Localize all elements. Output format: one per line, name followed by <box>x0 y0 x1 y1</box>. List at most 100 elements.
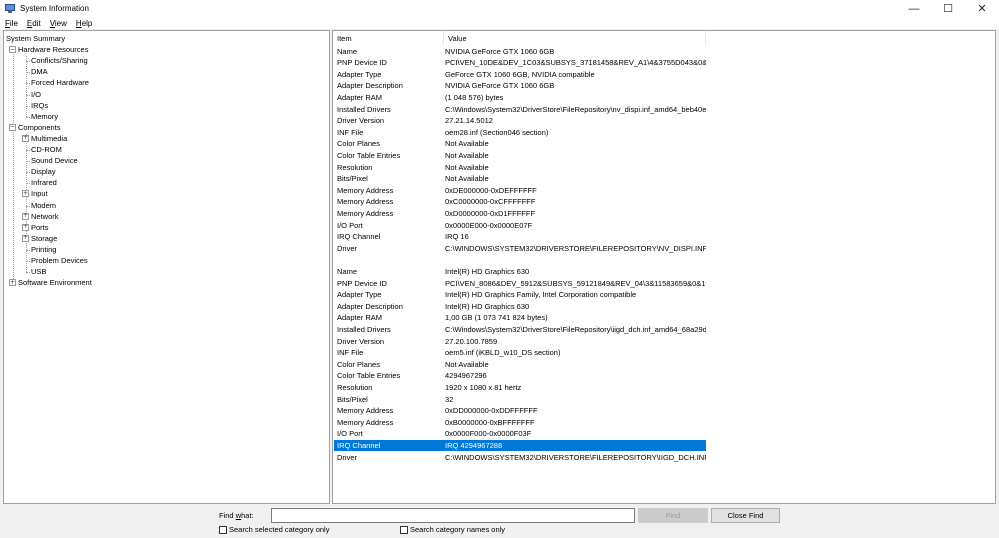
item-cell: Memory Address <box>337 185 394 195</box>
tree-item-conflicts-sharing[interactable]: Conflicts/Sharing <box>31 55 88 66</box>
list-row[interactable]: Bits/Pixel Not Available <box>334 173 706 184</box>
search-names-checkbox[interactable] <box>400 525 408 534</box>
list-row[interactable]: PNP Device ID PCI\VEN_10DE&DEV_1C03&SUBSY… <box>334 57 706 68</box>
list-row[interactable]: Adapter Type GeForce GTX 1060 6GB, NVIDIA… <box>334 69 706 80</box>
close-find-button[interactable]: Close Find <box>711 508 780 523</box>
list-row[interactable]: IRQ Channel IRQ 4294967288 <box>334 439 706 451</box>
value-cell: Not Available <box>445 162 489 172</box>
tree-item-network[interactable]: + Network <box>22 211 59 222</box>
list-row[interactable]: Adapter RAM (1 048 576) bytes <box>334 92 706 103</box>
list-row[interactable]: Adapter Description Intel(R) HD Graphics … <box>334 301 706 312</box>
category-tree[interactable]: System Summary − Hardware Resources Conflic… <box>3 30 330 504</box>
menu-edit[interactable]: Edit <box>22 19 45 28</box>
tree-item-dma[interactable]: DMA <box>31 66 48 77</box>
list-row[interactable]: Color Planes Not Available <box>334 359 706 370</box>
tree-item-hardware-resources[interactable]: − Hardware Resources <box>9 44 88 55</box>
list-row[interactable]: Bits/Pixel 32 <box>334 394 706 405</box>
list-row[interactable]: INF File oem28.inf (Section046 section) <box>334 127 706 138</box>
minimize-button[interactable]: — <box>897 0 931 17</box>
list-row[interactable]: Name Intel(R) HD Graphics 630 <box>334 266 706 277</box>
list-row[interactable]: Driver Version 27.21.14.5012 <box>334 115 706 126</box>
tree-item-system-summary[interactable]: System Summary <box>6 33 65 44</box>
expand-icon[interactable]: + <box>22 212 29 220</box>
search-selected-category-option[interactable]: Search selected category only <box>219 525 329 534</box>
tree-item-sound-device[interactable]: Sound Device <box>31 155 78 166</box>
maximize-button[interactable]: ☐ <box>931 0 965 17</box>
value-cell: Intel(R) HD Graphics 630 <box>445 266 530 276</box>
tree-item-display[interactable]: Display <box>31 166 56 177</box>
search-selected-label: Search selected category only <box>229 525 330 534</box>
list-row[interactable]: Adapter RAM 1,00 GB (1 073 741 824 bytes) <box>334 312 706 323</box>
list-row[interactable]: IRQ Channel IRQ 16 <box>334 231 706 242</box>
find-button[interactable]: Find <box>638 508 708 523</box>
tree-connector <box>26 261 30 262</box>
list-row[interactable]: INF File oem5.inf (iKBLD_w10_DS section) <box>334 347 706 358</box>
expand-icon[interactable]: + <box>22 234 29 242</box>
tree-item-printing[interactable]: Printing <box>31 244 56 255</box>
list-row[interactable]: Name NVIDIA GeForce GTX 1060 6GB <box>334 46 706 57</box>
list-row[interactable]: Color Table Entries Not Available <box>334 150 706 161</box>
item-cell: Adapter Type <box>337 290 382 300</box>
expand-icon[interactable]: + <box>22 190 29 198</box>
expand-icon[interactable]: + <box>22 223 29 231</box>
tree-item-software-environment[interactable]: + Software Environment <box>9 277 92 288</box>
item-cell: Color Planes <box>337 139 380 149</box>
tree-item-label: Storage <box>31 233 58 243</box>
collapse-icon[interactable]: − <box>9 123 16 131</box>
tree-item-memory[interactable]: Memory <box>31 111 58 122</box>
tree-item-components[interactable]: − Components <box>9 122 61 133</box>
list-row[interactable]: Resolution 1920 x 1080 x 81 hertz <box>334 382 706 393</box>
collapse-icon[interactable]: − <box>9 46 16 54</box>
tree-item-label: Ports <box>31 222 49 232</box>
list-row[interactable] <box>334 254 706 265</box>
menu-help[interactable]: Help <box>71 19 96 28</box>
close-button[interactable]: ✕ <box>965 0 999 17</box>
list-row[interactable]: Memory Address 0xDE000000-0xDEFFFFFF <box>334 185 706 196</box>
tree-item-input[interactable]: + Input <box>22 188 48 199</box>
expand-icon[interactable]: + <box>9 279 16 287</box>
tree-item-forced-hardware[interactable]: Forced Hardware <box>31 77 89 88</box>
list-row[interactable]: Memory Address 0xD0000000-0xD1FFFFFF <box>334 208 706 219</box>
search-category-names-option[interactable]: Search category names only <box>400 525 505 534</box>
column-header-item[interactable]: Item <box>333 31 444 45</box>
list-row[interactable]: Driver Version 27.20.100.7859 <box>334 336 706 347</box>
list-row[interactable]: Color Planes Not Available <box>334 138 706 149</box>
list-row[interactable]: Memory Address 0xDD000000-0xDDFFFFFF <box>334 405 706 416</box>
details-list[interactable]: Item Value Name NVIDIA GeForce GTX 1060 6… <box>332 30 996 504</box>
list-row[interactable]: Color Table Entries 4294967296 <box>334 370 706 381</box>
list-row[interactable]: I/O Port 0x0000E000-0x0000E07F <box>334 220 706 231</box>
search-selected-checkbox[interactable] <box>219 525 227 534</box>
tree-item-infrared[interactable]: Infrared <box>31 177 57 188</box>
tree-item-i-o[interactable]: I/O <box>31 89 41 100</box>
expand-icon[interactable]: + <box>22 134 29 142</box>
tree-item-storage[interactable]: + Storage <box>22 233 57 244</box>
menu-view[interactable]: View <box>45 19 71 28</box>
menu-file[interactable]: File <box>0 19 22 28</box>
value-cell: 1920 x 1080 x 81 hertz <box>445 382 522 392</box>
list-row[interactable]: Driver C:\WINDOWS\SYSTEM32\DRIVERSTORE\FI… <box>334 243 706 254</box>
tree-item-problem-devices[interactable]: Problem Devices <box>31 255 88 266</box>
tree-item-usb[interactable]: USB <box>31 266 46 277</box>
tree-item-ports[interactable]: + Ports <box>22 222 49 233</box>
list-row[interactable]: Resolution Not Available <box>334 162 706 173</box>
tree-item-modem[interactable]: Modem <box>31 200 56 211</box>
list-row[interactable]: Installed Drivers C:\Windows\System32\Dri… <box>334 324 706 335</box>
column-header-value[interactable]: Value <box>444 31 706 45</box>
title-bar: System Information — ☐ ✕ <box>0 0 999 17</box>
find-what-input[interactable] <box>271 508 635 523</box>
tree-item-cd-rom[interactable]: CD-ROM <box>31 144 62 155</box>
list-row[interactable]: Driver C:\WINDOWS\SYSTEM32\DRIVERSTORE\FI… <box>334 452 706 463</box>
item-cell: Adapter Description <box>337 81 403 91</box>
list-row[interactable]: Memory Address 0xB0000000-0xBFFFFFFF <box>334 417 706 428</box>
item-cell: Memory Address <box>337 197 394 207</box>
tree-item-irqs[interactable]: IRQs <box>31 100 48 111</box>
list-row[interactable]: Adapter Description NVIDIA GeForce GTX 10… <box>334 80 706 91</box>
item-cell: INF File <box>337 348 364 358</box>
list-row[interactable]: Installed Drivers C:\Windows\System32\Dri… <box>334 104 706 115</box>
list-row[interactable]: PNP Device ID PCI\VEN_8086&DEV_5912&SUBSY… <box>334 278 706 289</box>
list-row[interactable]: Adapter Type Intel(R) HD Graphics Family,… <box>334 289 706 300</box>
list-row[interactable]: Memory Address 0xC0000000-0xCFFFFFFF <box>334 196 706 207</box>
list-row[interactable]: I/O Port 0x0000F000-0x0000F03F <box>334 428 706 439</box>
tree-item-multimedia[interactable]: + Multimedia <box>22 133 67 144</box>
value-cell: Intel(R) HD Graphics Family, Intel Corpo… <box>445 290 637 300</box>
